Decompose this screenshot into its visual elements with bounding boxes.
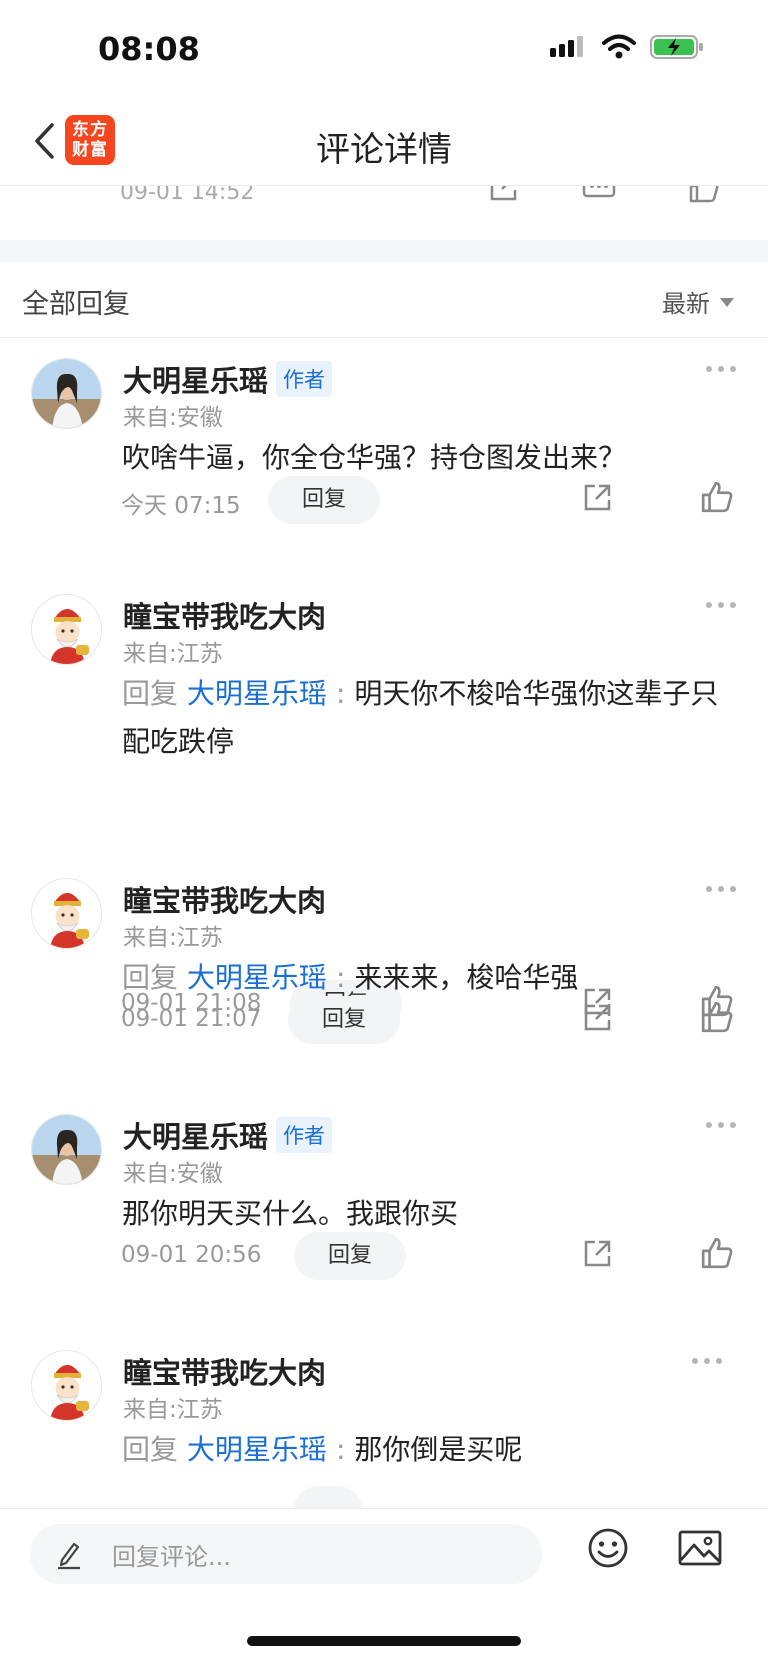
- avatar[interactable]: [31, 358, 102, 429]
- reply-button[interactable]: 回复: [294, 1232, 407, 1280]
- reply-time: 09-01 21:07: [121, 1006, 262, 1032]
- reply-button[interactable]: [294, 1486, 362, 1508]
- mention-link[interactable]: 大明星乐瑶: [187, 677, 327, 710]
- reply-colon: :: [335, 961, 346, 994]
- reply-footer: 09-01 21:07 回复: [0, 996, 768, 1044]
- author-badge: 作者: [276, 1117, 333, 1153]
- reply-input-bar: 回复评论...: [0, 1508, 768, 1604]
- author-badge: 作者: [276, 361, 333, 397]
- more-options-button[interactable]: [706, 366, 736, 372]
- reply-text: 回复 大明星乐瑶: 明天你不梭哈华强你这辈子只配吃跌停: [122, 670, 742, 766]
- share-icon[interactable]: [581, 482, 613, 514]
- caret-down-icon: [720, 298, 734, 307]
- username[interactable]: 瞳宝带我吃大肉: [123, 878, 326, 920]
- reply-item: 瞳宝带我吃大肉 来自:江苏 回复 大明星乐瑶: 那你倒是买呢: [0, 1330, 768, 1508]
- reply-input-placeholder: 回复评论...: [112, 1543, 231, 1571]
- reply-list: 大明星乐瑶 作者 来自:安徽 吹啥牛逼，你全仓华强？持仓图发出来？ 今天 07:…: [0, 338, 768, 1508]
- share-icon[interactable]: [581, 1002, 613, 1034]
- location: 来自:江苏: [123, 1397, 223, 1423]
- emoji-icon[interactable]: [587, 1527, 629, 1569]
- like-icon[interactable]: [700, 480, 734, 514]
- battery-charging-icon: [650, 35, 703, 59]
- reply-colon: :: [335, 677, 346, 710]
- like-icon[interactable]: [700, 1236, 734, 1270]
- name-row: 瞳宝带我吃大肉: [123, 878, 326, 920]
- mention-link[interactable]: 大明星乐瑶: [187, 1433, 327, 1466]
- reply-text: 那你明天买什么。我跟你买: [122, 1190, 742, 1238]
- username[interactable]: 大明星乐瑶: [123, 358, 268, 400]
- more-options-button[interactable]: [706, 602, 736, 608]
- reply-prefix: 回复: [122, 677, 179, 710]
- location: 来自:江苏: [123, 641, 223, 667]
- reply-body: 那你明天买什么。我跟你买: [122, 1197, 459, 1230]
- reply-text: 回复 大明星乐瑶: 那你倒是买呢: [122, 1426, 742, 1474]
- status-icons: [550, 34, 704, 60]
- username[interactable]: 瞳宝带我吃大肉: [123, 1350, 326, 1392]
- reply-button[interactable]: 回复: [268, 476, 381, 524]
- location: 来自:江苏: [123, 925, 223, 951]
- status-time: 08:08: [98, 30, 200, 68]
- replies-title: 全部回复: [22, 289, 130, 320]
- share-icon[interactable]: [581, 1238, 613, 1270]
- reply-text: 吹啥牛逼，你全仓华强？持仓图发出来？: [122, 434, 742, 482]
- sort-dropdown[interactable]: 最新: [662, 284, 734, 319]
- wifi-icon: [602, 34, 636, 59]
- reply-item: 大明星乐瑶 作者 来自:安徽 那你明天买什么。我跟你买 09-01 20:56 …: [0, 1094, 768, 1330]
- image-icon[interactable]: [678, 1530, 722, 1566]
- name-row: 大明星乐瑶 作者: [123, 1114, 333, 1156]
- avatar[interactable]: [31, 1350, 102, 1421]
- reply-footer: [0, 1486, 768, 1508]
- like-icon[interactable]: [700, 1000, 734, 1034]
- sort-label: 最新: [662, 290, 710, 318]
- reply-button[interactable]: 回复: [288, 996, 401, 1044]
- more-options-button[interactable]: [706, 886, 736, 892]
- name-row: 瞳宝带我吃大肉: [123, 594, 326, 636]
- avatar[interactable]: [31, 878, 102, 949]
- avatar[interactable]: [31, 594, 102, 665]
- username[interactable]: 大明星乐瑶: [123, 1114, 268, 1156]
- name-row: 大明星乐瑶 作者: [123, 358, 333, 400]
- reply-item: 瞳宝带我吃大肉 来自:江苏 回复 大明星乐瑶: 明天你不梭哈华强你这辈子只配吃跌停…: [0, 574, 768, 1028]
- reply-time: 09-01 20:56: [121, 1242, 262, 1268]
- replies-header: 全部回复 最新: [0, 262, 768, 338]
- reply-body: 吹啥牛逼，你全仓华强？持仓图发出来？: [122, 441, 627, 474]
- reply-footer: 09-01 20:56 回复: [0, 1232, 768, 1280]
- reply-footer: 今天 07:15 回复: [0, 476, 768, 524]
- reply-body: 来来来，梭哈华强: [354, 961, 579, 994]
- reply-item: 大明星乐瑶 作者 来自:安徽 吹啥牛逼，你全仓华强？持仓图发出来？ 今天 07:…: [0, 338, 768, 574]
- location: 来自:安徽: [123, 405, 223, 431]
- avatar[interactable]: [31, 1114, 102, 1185]
- reply-time: 今天 07:15: [121, 493, 241, 519]
- reply-input[interactable]: 回复评论...: [30, 1524, 542, 1584]
- page-title: 评论详情: [316, 130, 452, 170]
- reply-colon: :: [335, 1433, 346, 1466]
- more-options-button[interactable]: [706, 1122, 736, 1128]
- reply-item: 瞳宝带我吃大肉 来自:江苏 回复 大明星乐瑶: 来来来，梭哈华强 09-01 21…: [0, 858, 768, 1094]
- more-options-button[interactable]: [692, 1358, 722, 1364]
- pencil-icon: [58, 1542, 80, 1570]
- reply-prefix: 回复: [122, 1433, 179, 1466]
- status-bar: 08:08: [0, 0, 768, 100]
- username[interactable]: 瞳宝带我吃大肉: [123, 594, 326, 636]
- section-divider: [0, 240, 768, 262]
- nav-bar: 东方财富 评论详情: [0, 100, 768, 186]
- reply-text: 回复 大明星乐瑶: 来来来，梭哈华强: [122, 954, 742, 1002]
- home-indicator[interactable]: [247, 1636, 521, 1646]
- location: 来自:安徽: [123, 1161, 223, 1187]
- reply-prefix: 回复: [122, 961, 179, 994]
- reply-body: 那你倒是买呢: [354, 1433, 523, 1466]
- mention-link[interactable]: 大明星乐瑶: [187, 961, 327, 994]
- signal-icon: [550, 36, 583, 57]
- name-row: 瞳宝带我吃大肉: [123, 1350, 326, 1392]
